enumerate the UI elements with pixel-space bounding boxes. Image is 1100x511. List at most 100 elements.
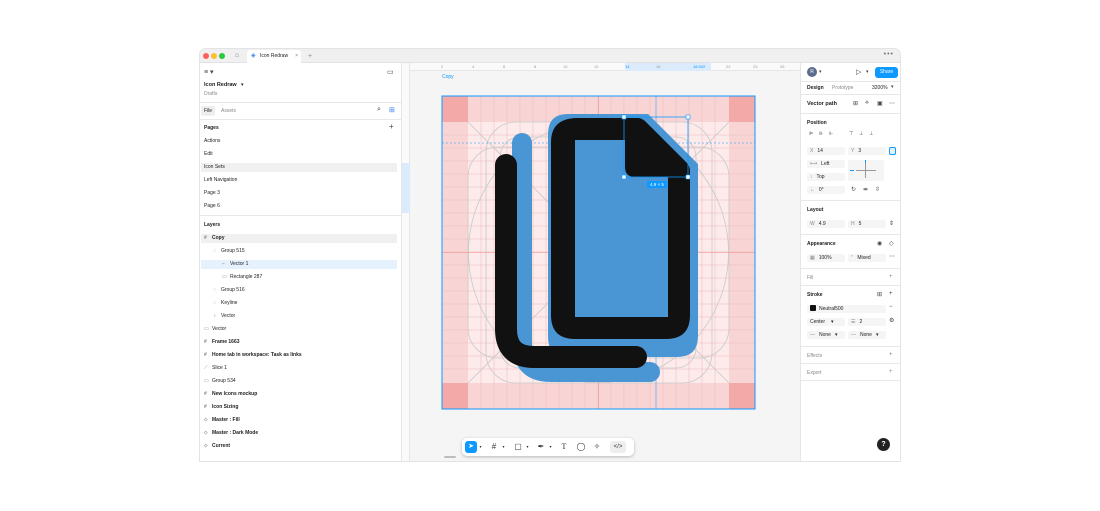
close-tab-icon[interactable]: ×	[295, 50, 298, 63]
shape-tool-icon[interactable]: ▢	[512, 441, 524, 453]
x-field[interactable]: X 14	[807, 147, 845, 155]
zoom-level[interactable]: 3200%	[872, 85, 888, 91]
layer-row[interactable]: ◌ Group 515	[201, 247, 397, 256]
layer-row[interactable]: ⬦ Current	[201, 442, 397, 451]
file-tab[interactable]: ◈ Icon Redraw ×	[247, 50, 301, 63]
avatar[interactable]: R	[807, 67, 817, 77]
layer-row[interactable]: ⬦ Master : Fill	[201, 416, 397, 425]
layer-row-selected[interactable]: ⌐ Vector 1	[201, 260, 397, 269]
stroke-position-select[interactable]: Center ▾	[807, 318, 845, 326]
height-field[interactable]: H5	[848, 220, 886, 228]
frame-tool-icon[interactable]: #	[488, 441, 500, 453]
resize-options-icon[interactable]: ⇕	[889, 220, 894, 227]
move-tool-icon[interactable]: ➤	[465, 441, 477, 453]
file-name[interactable]: Icon Redraw	[204, 82, 237, 88]
page-item[interactable]: Actions	[201, 137, 397, 146]
toggle-sidebar-icon[interactable]: ▭	[387, 68, 394, 76]
stroke-weight-field[interactable]: ☰ 2	[848, 318, 886, 326]
page-item[interactable]: Page 3	[201, 189, 397, 198]
align-center-h-icon[interactable]: ⊪	[819, 131, 823, 137]
add-export-icon[interactable]: +	[889, 369, 893, 375]
tab-prototype[interactable]: Prototype	[832, 85, 853, 91]
corner-options-icon[interactable]: ⋯	[889, 253, 895, 260]
layer-row[interactable]: # Copy	[201, 234, 397, 243]
page-item-selected[interactable]: Icon Sets	[201, 163, 397, 172]
layer-row[interactable]: ▭ Vector	[201, 325, 397, 334]
align-top-icon[interactable]: ⊤	[849, 131, 853, 137]
rotation-field[interactable]: ∟ 0°	[807, 186, 845, 194]
stroke-color-field[interactable]: Neutral500	[807, 305, 886, 313]
home-icon[interactable]: ⌂	[231, 51, 243, 61]
opacity-field[interactable]: ▦ 100%	[807, 254, 845, 262]
constraint-widget[interactable]	[848, 160, 884, 181]
page-item[interactable]: Edit	[201, 150, 397, 159]
align-right-icon[interactable]: ⊩	[829, 131, 833, 137]
layer-row[interactable]: ◌ Keyline	[201, 299, 397, 308]
constraints-toggle[interactable]	[889, 147, 896, 155]
layer-row[interactable]: # Frame 1663	[201, 338, 397, 347]
layer-row[interactable]: ⟋ Slice 1	[201, 364, 397, 373]
stroke-start-select[interactable]: — None ▾	[807, 331, 845, 339]
width-field[interactable]: W 4.9	[807, 220, 845, 228]
comment-tool-icon[interactable]: ◯	[575, 441, 587, 453]
icon-artboard[interactable]	[410, 71, 800, 461]
chevron-down-icon[interactable]: ▾	[478, 441, 483, 453]
present-icon[interactable]: ▷	[856, 68, 861, 76]
add-fill-icon[interactable]: +	[889, 274, 893, 280]
file-name-dropdown-icon[interactable]: ▾	[241, 82, 244, 88]
layer-row[interactable]: ♁ Vector	[201, 312, 397, 321]
zoom-dropdown-icon[interactable]: ▾	[891, 84, 894, 90]
minimize-window-icon[interactable]	[211, 53, 217, 59]
horizontal-constraint-select[interactable]: ⟷ Left	[807, 160, 845, 168]
canvas-scrollbar[interactable]	[444, 456, 456, 458]
stroke-styles-icon[interactable]: ⊞	[877, 291, 882, 298]
avatar-dropdown-icon[interactable]: ▾	[819, 69, 822, 75]
new-tab-button[interactable]: +	[308, 50, 312, 63]
layer-row[interactable]: # New Icons mockup	[201, 390, 397, 399]
y-field[interactable]: Y3	[848, 147, 886, 155]
visibility-icon[interactable]: ◉	[877, 240, 882, 247]
flip-horizontal-icon[interactable]: ⇹	[863, 186, 868, 193]
chevron-down-icon[interactable]: ▾	[525, 441, 530, 453]
tab-file[interactable]: File	[201, 106, 216, 116]
more-options-icon[interactable]: •••	[884, 49, 894, 61]
stroke-settings-icon[interactable]: ⚙	[889, 317, 894, 324]
layer-row[interactable]: ▭ Group 534	[201, 377, 397, 386]
actions-tool-icon[interactable]: ✧	[591, 441, 603, 453]
corner-radius-field[interactable]: ⌜ Mixed	[848, 254, 886, 262]
layer-row[interactable]: ◌ Group 516	[201, 286, 397, 295]
align-center-v-icon[interactable]: ⊥	[859, 131, 863, 137]
tab-assets[interactable]: Assets	[221, 108, 236, 114]
page-item[interactable]: Page 6	[201, 202, 397, 211]
main-menu-icon[interactable]: ≡ ▾	[204, 68, 214, 76]
share-button[interactable]: Share	[875, 67, 898, 78]
present-dropdown-icon[interactable]: ▾	[866, 69, 869, 75]
remove-stroke-icon[interactable]: −	[889, 304, 893, 310]
rotate-icon[interactable]: ↻	[851, 186, 856, 193]
page-item[interactable]: Left Navigation	[201, 176, 397, 185]
layer-row[interactable]: # Icon Sizing	[201, 403, 397, 412]
mask-icon[interactable]: ▣	[877, 100, 883, 107]
tab-design[interactable]: Design	[807, 85, 824, 91]
text-tool-icon[interactable]: T	[558, 441, 570, 453]
vertical-constraint-select[interactable]: ↕ Top	[807, 173, 845, 181]
design-canvas[interactable]: Copy 4.9 × 5	[410, 71, 800, 461]
flip-vertical-icon[interactable]: ⇳	[875, 186, 880, 193]
more-icon[interactable]: ⋯	[889, 100, 895, 107]
maximize-window-icon[interactable]	[219, 53, 225, 59]
add-library-icon[interactable]: ⊞	[389, 106, 395, 114]
align-bottom-icon[interactable]: ⊥	[869, 131, 873, 137]
layer-row[interactable]: ▭ Rectangle 287	[201, 273, 397, 282]
chevron-down-icon[interactable]: ▾	[501, 441, 506, 453]
blend-mode-icon[interactable]: ◇	[889, 240, 894, 247]
dev-mode-icon[interactable]: </>	[610, 441, 626, 453]
layer-row[interactable]: ⬦ Master : Dark Mode	[201, 429, 397, 438]
search-icon[interactable]: ⌕	[377, 106, 381, 114]
stroke-end-select[interactable]: — None ▾	[848, 331, 886, 339]
add-page-icon[interactable]: +	[389, 122, 394, 131]
add-effect-icon[interactable]: +	[889, 352, 893, 358]
layer-row[interactable]: # Home tab in workspace: Task as links	[201, 351, 397, 360]
add-stroke-icon[interactable]: +	[889, 291, 893, 297]
component-options-icon[interactable]: ⊞	[853, 100, 858, 107]
align-left-icon[interactable]: ⊫	[809, 131, 813, 137]
